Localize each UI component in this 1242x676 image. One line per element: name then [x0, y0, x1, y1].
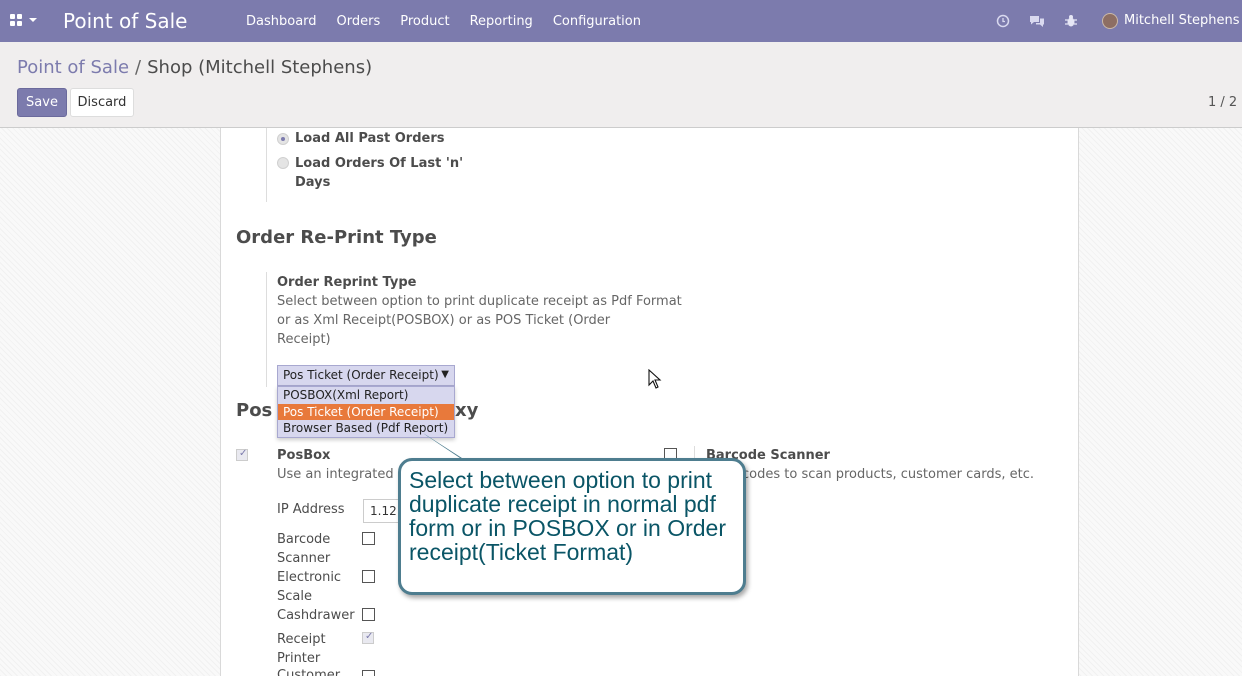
option-posbox-xml[interactable]: POSBOX(Xml Report) [278, 387, 454, 404]
posbox-checkbox[interactable] [236, 448, 248, 461]
control-panel: Point of Sale / Shop (Mitchell Stephens) S… [0, 42, 1242, 128]
discard-button[interactable]: Discard [70, 88, 134, 117]
callout-line-4: receipt(Ticket Format) [409, 539, 634, 565]
menu-configuration[interactable]: Configuration [543, 0, 651, 42]
callout-line-1: Select between option to print [409, 467, 713, 493]
app-title: Point of Sale [63, 9, 188, 33]
device-printer-label-2: Printer [277, 651, 321, 666]
save-button[interactable]: Save [17, 88, 67, 117]
apps-grid-icon [10, 14, 22, 26]
breadcrumb: Point of Sale / Shop (Mitchell Stephens) [17, 57, 372, 78]
top-navbar: Point of Sale Dashboard Orders Product R… [0, 0, 1242, 42]
ip-address-input[interactable]: 1.12. [363, 499, 403, 523]
pager-value[interactable]: 1 / 2 [1208, 95, 1237, 110]
posbox-label: PosBox [277, 448, 331, 463]
section-title-posbox-start: Pos [236, 400, 273, 421]
radio-load-last-label-line2: Days [295, 175, 331, 190]
bug-icon[interactable] [1063, 13, 1079, 29]
callout-line-2: duplicate receipt in normal pdf [409, 491, 716, 517]
radio-load-all-orders[interactable] [277, 133, 289, 145]
breadcrumb-separator: / [135, 57, 142, 78]
device-customer-label: Customer [277, 668, 341, 676]
barcode-scanner-help: codes to scan products, customer cards, … [742, 467, 1034, 482]
section-title-reprint: Order Re-Print Type [236, 227, 437, 248]
electronic-scale-checkbox[interactable] [362, 570, 375, 583]
chat-icon[interactable] [1029, 13, 1045, 29]
device-scale-label-1: Electronic [277, 570, 342, 585]
menu-orders[interactable]: Orders [327, 0, 391, 42]
radio-load-last-n-days[interactable] [277, 157, 289, 169]
device-scale-label-2: Scale [277, 589, 312, 604]
breadcrumb-parent[interactable]: Point of Sale [17, 57, 129, 78]
reprint-field-label: Order Reprint Type [277, 275, 417, 290]
receipt-printer-checkbox[interactable] [362, 631, 374, 644]
customer-display-checkbox[interactable] [362, 670, 375, 676]
main-menu: Dashboard Orders Product Reporting Confi… [236, 0, 651, 42]
order-reprint-type-select[interactable]: Pos Ticket (Order Receipt) ▼ [277, 365, 455, 386]
dropdown-arrow-icon: ▼ [441, 369, 449, 380]
breadcrumb-current: Shop (Mitchell Stephens) [147, 57, 373, 78]
clock-icon[interactable] [995, 13, 1011, 29]
device-printer-label-1: Receipt [277, 632, 326, 647]
posbox-help: Use an integrated ha [277, 467, 414, 482]
annotation-callout: Select between option to print duplicate… [398, 458, 746, 595]
apps-menu-button[interactable] [10, 13, 40, 29]
radio-load-last-label-line1: Load Orders Of Last 'n' [295, 156, 464, 171]
select-value: Pos Ticket (Order Receipt) [283, 368, 439, 382]
barcode-scanner-checkbox[interactable] [362, 532, 375, 545]
user-name: Mitchell Stephens (te [1124, 13, 1242, 28]
reprint-help-line3: Receipt) [277, 332, 331, 347]
device-barcode-label-1: Barcode [277, 532, 331, 547]
avatar [1102, 13, 1118, 29]
mouse-cursor-icon [648, 369, 662, 389]
radio-group-divider [266, 128, 267, 202]
section-title-posbox-end: xy [455, 400, 479, 421]
callout-line-3: form or in POSBOX or in Order [409, 515, 726, 541]
caret-down-icon [29, 18, 37, 22]
menu-reporting[interactable]: Reporting [460, 0, 543, 42]
menu-dashboard[interactable]: Dashboard [236, 0, 327, 42]
menu-product[interactable]: Product [390, 0, 459, 42]
ip-address-label: IP Address [277, 502, 345, 517]
reprint-divider [266, 272, 267, 387]
radio-load-all-label: Load All Past Orders [295, 131, 445, 146]
reprint-help-line2: or as Xml Receipt(POSBOX) or as POS Tick… [277, 313, 611, 328]
option-pos-ticket[interactable]: Pos Ticket (Order Receipt) [278, 403, 454, 420]
device-barcode-label-2: Scanner [277, 551, 331, 566]
reprint-help-line1: Select between option to print duplicate… [277, 294, 682, 309]
device-cashdrawer-label: Cashdrawer [277, 608, 355, 623]
cashdrawer-checkbox[interactable] [362, 608, 375, 621]
